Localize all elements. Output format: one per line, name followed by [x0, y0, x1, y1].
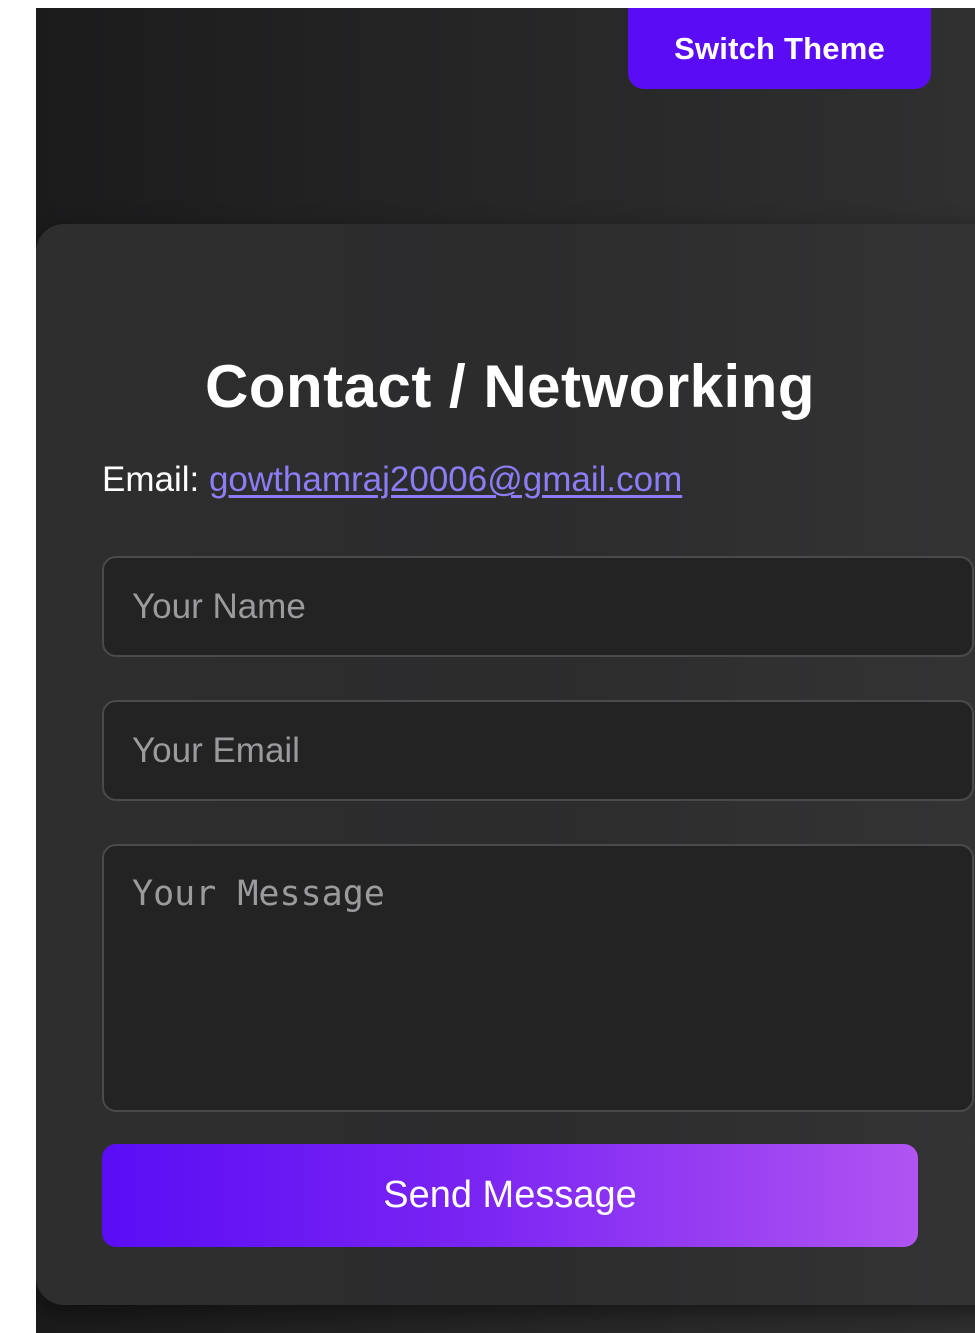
send-message-button[interactable]: Send Message: [102, 1144, 918, 1247]
name-input[interactable]: [102, 556, 974, 657]
section-title: Contact / Networking: [204, 353, 816, 420]
email-line: Email: gowthamraj20006@gmail.com: [102, 460, 682, 500]
switch-theme-button[interactable]: Switch Theme: [628, 8, 931, 89]
contact-card: Contact / Networking Email: gowthamraj20…: [36, 224, 975, 1305]
page-viewport: Switch Theme Contact / Networking Email:…: [36, 8, 975, 1333]
email-link[interactable]: gowthamraj20006@gmail.com: [209, 460, 682, 499]
email-input[interactable]: [102, 700, 974, 801]
email-label: Email:: [102, 460, 209, 499]
message-textarea[interactable]: [102, 844, 974, 1112]
